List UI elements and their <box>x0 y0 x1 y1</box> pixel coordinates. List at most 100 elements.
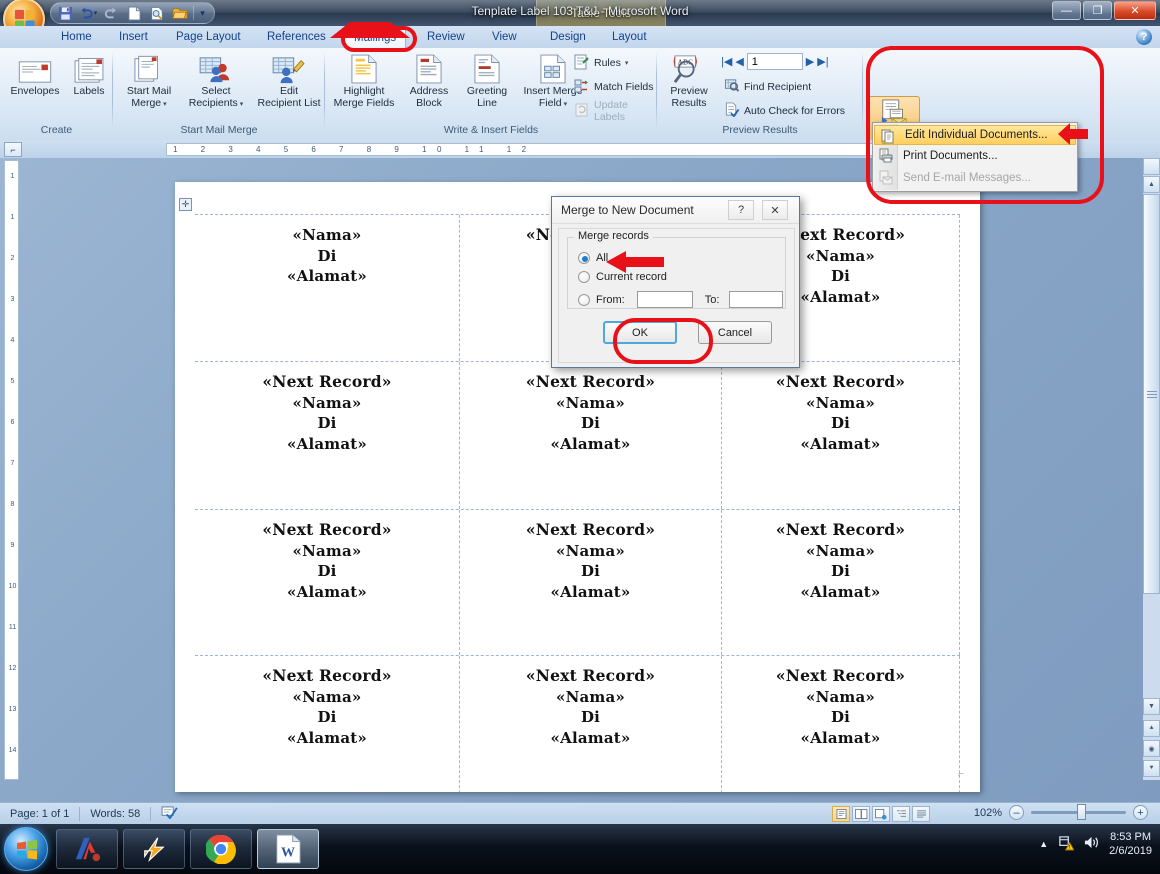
tab-insert[interactable]: Insert <box>110 27 157 48</box>
customize-qat-icon[interactable]: ▾ <box>197 4 208 23</box>
to-input[interactable] <box>729 291 784 308</box>
zoom-level[interactable]: 102% <box>974 807 1002 819</box>
help-icon[interactable]: ? <box>1136 29 1152 45</box>
merge-to-new-document-dialog[interactable]: Merge to New Document ? ✕ Merge records … <box>551 196 800 368</box>
undo-icon[interactable]: ▾ <box>78 4 98 23</box>
previous-page-button[interactable]: ⯅ <box>1143 720 1160 737</box>
draft-view-button[interactable] <box>912 806 930 822</box>
tab-home[interactable]: Home <box>52 27 101 48</box>
tab-mailings[interactable]: Mailings <box>344 27 407 48</box>
winamp-taskbar-item[interactable] <box>123 829 185 869</box>
tab-review[interactable]: Review <box>418 27 474 48</box>
start-mail-merge-button[interactable]: Start Mail Merge ▾ <box>118 52 180 110</box>
scroll-thumb[interactable] <box>1143 194 1160 594</box>
auto-check-for-errors-button[interactable]: Auto Check for Errors <box>721 101 848 121</box>
save-icon[interactable] <box>55 4 75 23</box>
label-table-cell[interactable]: «Next Record» «Nama» Di «Alamat» <box>195 362 460 509</box>
next-record-button[interactable]: ▶ <box>806 55 814 68</box>
vertical-scrollbar[interactable]: ▲ ▼ ⯅ ◉ ⯆ <box>1143 158 1160 780</box>
web-layout-view-button[interactable] <box>872 806 890 822</box>
tab-view[interactable]: View <box>483 27 526 48</box>
radio-from-indicator[interactable] <box>578 293 590 306</box>
show-hidden-icons-button[interactable]: ▲ <box>1039 839 1048 849</box>
tab-layout[interactable]: Layout <box>603 27 656 48</box>
autocad-taskbar-item[interactable] <box>56 829 118 869</box>
radio-current-record[interactable]: Current record <box>578 271 667 283</box>
tab-design[interactable]: Design <box>541 27 595 48</box>
view-buttons[interactable] <box>832 806 930 822</box>
label-table-row[interactable]: «Next Record» «Nama» Di «Alamat» «Next Recor… <box>195 656 960 792</box>
finish-and-merge-menu[interactable]: Edit Individual Documents... Print Docum… <box>872 122 1078 192</box>
label-table-row[interactable]: «Next Record» «Nama» Di «Alamat» «Next Recor… <box>195 510 960 656</box>
dialog-help-button[interactable]: ? <box>728 200 754 220</box>
label-table-row[interactable]: «Next Record» «Nama» Di «Alamat» «Next Recor… <box>195 362 960 510</box>
chrome-taskbar-item[interactable] <box>190 829 252 869</box>
next-page-button[interactable]: ⯆ <box>1143 760 1160 777</box>
tab-selector-icon[interactable]: ⌐ <box>4 142 22 157</box>
full-screen-reading-view-button[interactable] <box>852 806 870 822</box>
select-browse-object-button[interactable]: ◉ <box>1143 740 1160 757</box>
print-layout-view-button[interactable] <box>832 806 850 822</box>
zoom-in-button[interactable]: + <box>1133 805 1148 820</box>
zoom-controls[interactable]: 102% – + <box>974 804 1148 820</box>
label-table-cell[interactable]: «Next Record» «Nama» Di «Alamat» <box>195 656 460 792</box>
highlight-merge-fields-button[interactable]: Highlight Merge Fields <box>329 52 399 109</box>
label-table-cell[interactable]: «Next Record» «Nama» Di «Alamat» <box>460 362 722 509</box>
label-table-cell[interactable]: «Next Record» «Nama» Di «Alamat» <box>722 510 960 655</box>
last-record-button[interactable]: ▶| <box>817 55 828 68</box>
address-block-button[interactable]: Address Block <box>401 52 457 109</box>
envelopes-button[interactable]: Envelopes <box>4 52 66 98</box>
label-table-cell[interactable]: «Next Record» «Nama» Di «Alamat» <box>460 656 722 792</box>
outline-view-button[interactable] <box>892 806 910 822</box>
scroll-up-button[interactable]: ▲ <box>1143 176 1160 193</box>
label-table-cell[interactable]: «Next Record» «Nama» Di «Alamat» <box>722 656 960 792</box>
new-document-icon[interactable] <box>124 4 144 23</box>
zoom-slider-thumb[interactable] <box>1077 804 1086 820</box>
word-count[interactable]: Words: 58 <box>80 808 150 820</box>
cancel-button[interactable]: Cancel <box>698 321 772 344</box>
menu-item-print-documents[interactable]: Print Documents... <box>873 145 1077 167</box>
browse-object-icon[interactable] <box>1143 158 1160 175</box>
radio-from[interactable]: From: To: <box>578 291 784 308</box>
redo-icon[interactable] <box>101 4 121 23</box>
action-center-icon[interactable]: ! <box>1057 835 1075 854</box>
from-input[interactable] <box>636 291 693 308</box>
clock[interactable]: 8:53 PM 2/6/2019 <box>1109 830 1152 858</box>
table-move-handle[interactable]: ✛ <box>179 198 192 211</box>
record-number-input[interactable]: 1 <box>746 53 803 70</box>
volume-icon[interactable] <box>1083 835 1100 853</box>
label-table-cell[interactable]: «Next Record» «Nama» Di «Alamat» <box>460 510 722 655</box>
start-button[interactable] <box>4 827 48 871</box>
menu-item-edit-individual-documents[interactable]: Edit Individual Documents... <box>874 125 1076 145</box>
rules-button[interactable]: Rules ▾ <box>571 53 631 73</box>
select-recipients-button[interactable]: Select Recipients ▾ <box>177 52 255 110</box>
radio-all-indicator[interactable] <box>578 252 590 264</box>
label-table-cell[interactable]: «Next Record» «Nama» Di «Alamat» <box>722 362 960 509</box>
tab-page-layout[interactable]: Page Layout <box>167 27 250 48</box>
labels-button[interactable]: Labels <box>58 52 120 98</box>
preview-results-button[interactable]: ABC Preview Results <box>661 52 717 109</box>
quick-access-toolbar[interactable]: ▾ ▾ <box>50 2 215 24</box>
radio-all[interactable]: All <box>578 252 608 264</box>
minimize-button[interactable]: — <box>1052 1 1081 20</box>
tab-references[interactable]: References <box>258 27 335 48</box>
spell-check-icon[interactable] <box>151 805 188 822</box>
horizontal-ruler-strip[interactable]: 1 2 3 4 5 6 7 8 9 10 11 12 <box>166 143 986 156</box>
previous-record-button[interactable]: ◀ <box>735 55 743 68</box>
close-button[interactable]: ✕ <box>1114 1 1156 20</box>
first-record-button[interactable]: |◀ <box>721 55 732 68</box>
dialog-close-button[interactable]: ✕ <box>762 200 788 220</box>
update-labels-button[interactable]: Update Labels <box>571 99 657 123</box>
print-preview-icon[interactable] <box>147 4 167 23</box>
page-indicator[interactable]: Page: 1 of 1 <box>0 808 79 820</box>
system-tray[interactable]: ▲ ! 8:53 PM 2/6/2019 <box>1039 830 1152 858</box>
find-recipient-button[interactable]: Find Recipient <box>721 77 814 97</box>
ok-button[interactable]: OK <box>603 321 677 344</box>
scroll-down-button[interactable]: ▼ <box>1143 698 1160 715</box>
vertical-ruler[interactable]: 1123456789101112131415 <box>4 160 19 780</box>
word-taskbar-item[interactable]: W <box>257 829 319 869</box>
record-navigator[interactable]: |◀ ◀ 1 ▶ ▶| <box>721 53 829 70</box>
label-table-cell[interactable]: «Nama» Di «Alamat» <box>195 215 460 361</box>
greeting-line-button[interactable]: Greeting Line <box>458 52 516 109</box>
zoom-slider[interactable] <box>1031 804 1126 820</box>
